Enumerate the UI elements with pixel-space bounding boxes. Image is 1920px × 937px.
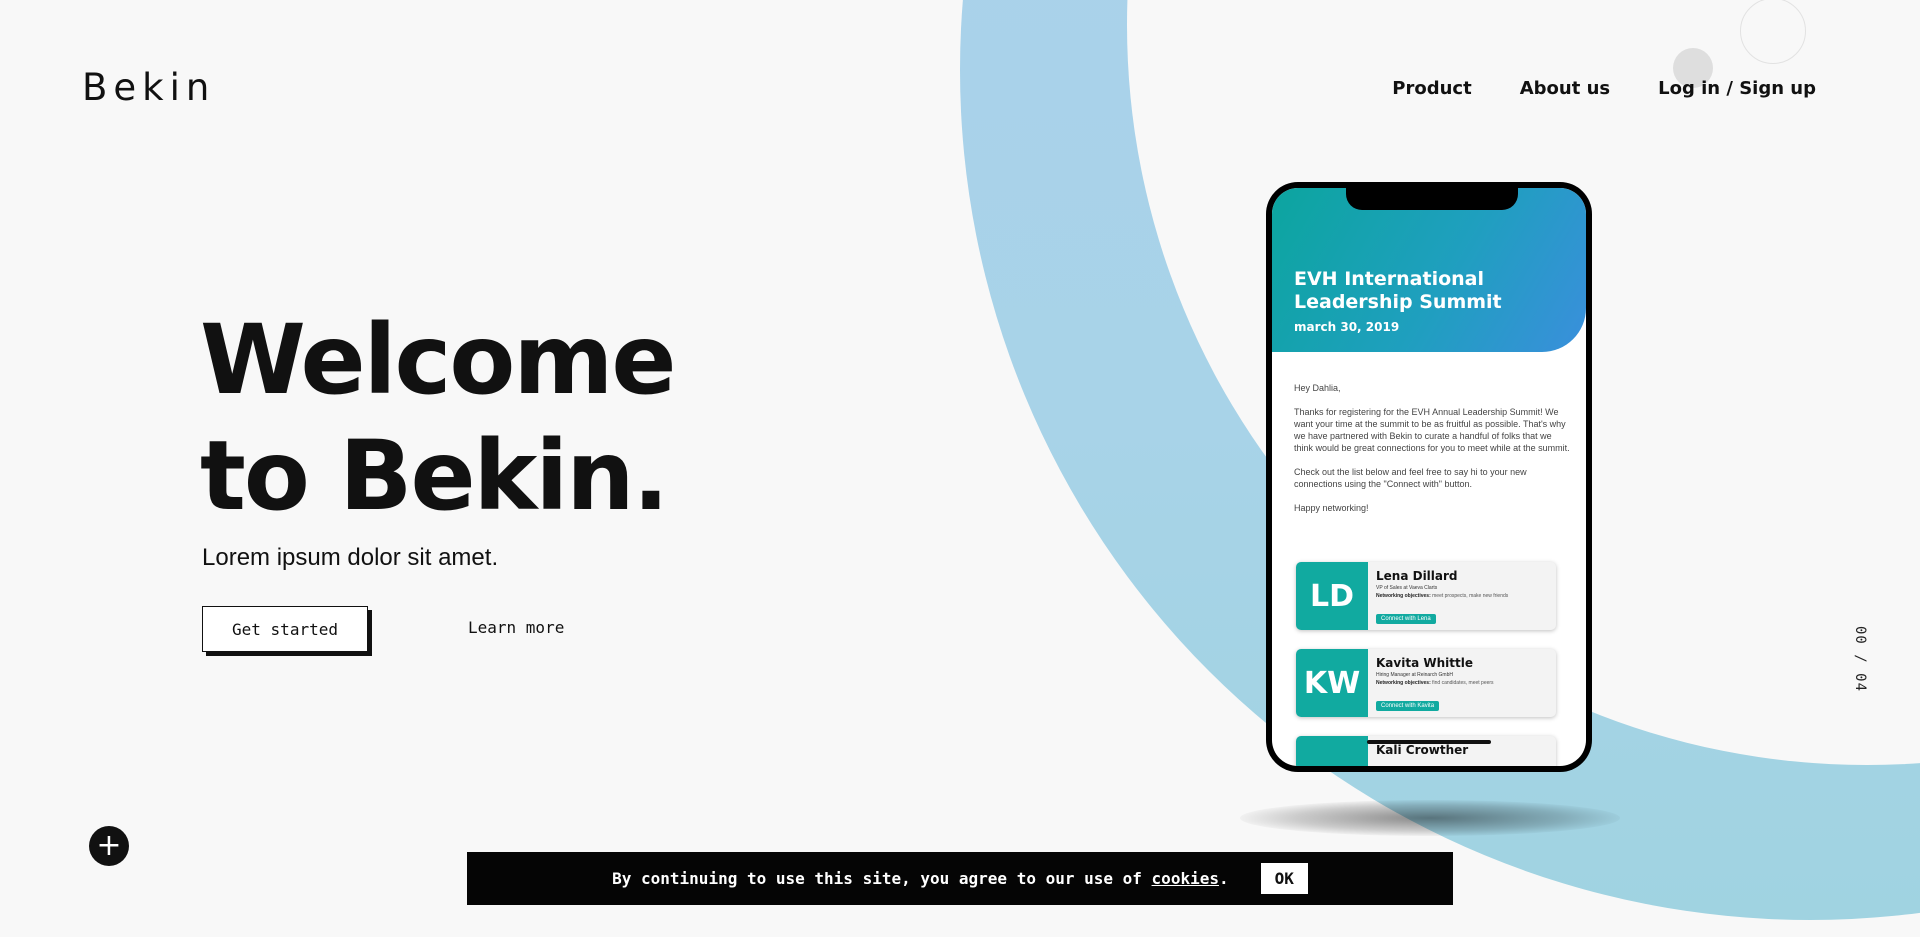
connection-objectives: Networking objectives: find candidates, … [1376,680,1526,686]
avatar-initials: LD [1296,562,1368,630]
hero-title-line-1: Welcome [200,304,676,416]
slide-counter: 00 / 04 [1852,626,1868,693]
event-date: march 30, 2019 [1294,320,1400,334]
plus-icon[interactable]: + [89,826,129,866]
connect-button[interactable]: Connect with Lena [1376,614,1436,624]
phone-notch [1346,188,1518,210]
get-started-button[interactable]: Get started [202,606,368,652]
landing-page: Bekin Product About us Log in / Sign up … [0,0,1920,937]
hero-subtitle: Lorem ipsum dolor sit amet. [202,544,499,571]
phone-shadow [1240,800,1620,836]
cookie-text-before: By continuing to use this site, you agre… [612,869,1152,888]
hero-title-line-2: to Bekin. [200,420,669,532]
connection-card: KW Kavita Whittle Hiring Manager at Rein… [1296,649,1556,717]
connection-role: VP of Sales at Vaeva Clarts [1376,585,1438,591]
decorative-circle-outline [1740,0,1806,64]
objectives-label: Networking objectives: [1376,593,1431,599]
hero-title: Welcome to Bekin. [200,302,676,534]
connection-role: Hiring Manager at Reinarch GmbH [1376,672,1453,678]
event-title: EVH International Leadership Summit [1294,268,1502,313]
connection-name: Kali Crowther [1376,743,1469,757]
nav-product[interactable]: Product [1392,78,1471,99]
avatar-initials [1296,736,1368,766]
email-paragraph-2: Check out the list below and feel free t… [1294,467,1527,489]
connect-button[interactable]: Connect with Kavita [1376,701,1440,711]
objectives-text: meet prospects, make new friends [1432,593,1509,599]
nav-about-us[interactable]: About us [1520,78,1610,99]
connection-objectives: Networking objectives: meet prospects, m… [1376,593,1526,599]
nav-login-signup[interactable]: Log in / Sign up [1658,78,1816,99]
objectives-text: find candidates, meet peers [1432,680,1494,686]
objectives-label: Networking objectives: [1376,680,1431,686]
cookie-ok-button[interactable]: OK [1260,863,1308,894]
email-paragraph-1: Thanks for registering for the EVH Annua… [1294,407,1570,453]
cookie-banner: By continuing to use this site, you agre… [467,852,1453,905]
cookies-link[interactable]: cookies [1152,869,1219,888]
phone-mockup: EVH International Leadership Summit marc… [1266,182,1592,772]
main-nav: Product About us Log in / Sign up [1392,78,1816,99]
phone-home-indicator [1367,740,1491,744]
connection-card: LD Lena Dillard VP of Sales at Vaeva Cla… [1296,562,1556,630]
phone-screen: EVH International Leadership Summit marc… [1272,188,1586,766]
email-signoff: Happy networking! [1294,503,1369,513]
logo[interactable]: Bekin [82,66,215,109]
email-greeting: Hey Dahlia, [1294,383,1341,393]
connection-name: Lena Dillard [1376,569,1458,583]
connection-name: Kavita Whittle [1376,656,1473,670]
learn-more-button[interactable]: Learn more [468,618,564,637]
cookie-text-after: . [1218,869,1229,888]
email-body: Hey Dahlia, Thanks for registering for t… [1294,382,1570,526]
cookie-message: By continuing to use this site, you agre… [612,869,1229,888]
avatar-initials: KW [1296,649,1368,717]
